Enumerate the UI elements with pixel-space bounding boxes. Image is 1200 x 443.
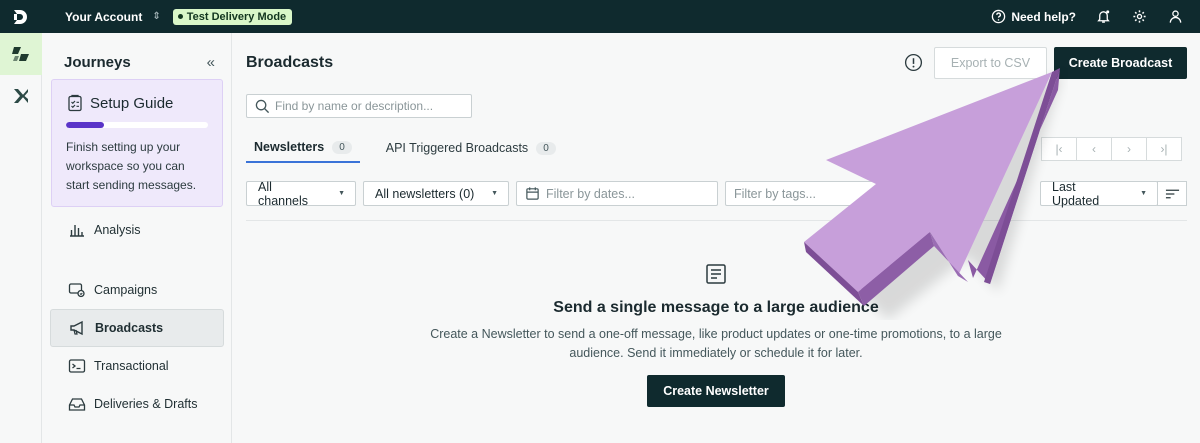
last-page-button[interactable]: ›| [1146, 137, 1182, 161]
filter-bar: All channels ▼ All newsletters (0) ▼ Filte… [246, 179, 885, 208]
page-title: Broadcasts [246, 54, 334, 71]
sidebar-item-deliveries[interactable]: Deliveries & Drafts [50, 385, 224, 423]
sidebar-item-transactional[interactable]: Transactional [50, 347, 224, 385]
sort-controls: Last Updated ▼ [1040, 179, 1187, 208]
dot-icon [177, 14, 183, 19]
channels-value: All channels [258, 179, 309, 208]
journeys-icon [12, 47, 29, 61]
tags-filter-input[interactable]: Filter by tags... [725, 181, 885, 206]
help-label: Need help? [1011, 9, 1076, 24]
caret-down-icon: ▼ [491, 190, 498, 197]
newsletters-select[interactable]: All newsletters (0) ▼ [363, 181, 509, 206]
search-input[interactable] [275, 99, 465, 113]
export-csv-button[interactable]: Export to CSV [934, 47, 1047, 79]
sidebar-item-label: Deliveries & Drafts [94, 397, 198, 411]
empty-state-text: Create a Newsletter to send a one-off me… [430, 327, 1002, 360]
next-page-button[interactable]: › [1111, 137, 1147, 161]
megaphone-icon [70, 320, 83, 336]
sidebar-item-analysis[interactable]: Analysis [50, 211, 224, 249]
help-icon [992, 9, 1006, 24]
chevron-updown-icon: ⇕ [152, 11, 161, 22]
collapse-sidebar-icon[interactable]: « [207, 54, 215, 71]
rail-item-journeys[interactable] [0, 33, 42, 75]
first-page-button[interactable]: |‹ [1041, 137, 1077, 161]
checklist-icon [68, 94, 82, 112]
sort-direction-button[interactable] [1157, 181, 1187, 206]
search-box[interactable] [246, 94, 472, 118]
sort-value: Last Updated [1052, 179, 1100, 208]
user-icon [1169, 10, 1181, 23]
bell-icon [1096, 10, 1110, 23]
account-label: Your Account [65, 9, 143, 24]
logo-icon [14, 9, 27, 24]
settings-button[interactable] [1130, 8, 1148, 26]
help-button[interactable]: Need help? [991, 9, 1076, 24]
tab-count: 0 [536, 141, 556, 155]
inbox-icon [68, 398, 86, 411]
terminal-icon [68, 359, 86, 373]
date-filter-input[interactable]: Filter by dates... [516, 181, 718, 206]
sidebar-item-label: Transactional [94, 359, 169, 373]
tab-api-triggered[interactable]: API Triggered Broadcasts 0 [378, 133, 564, 163]
campaign-icon [68, 283, 85, 298]
caret-down-icon: ▼ [338, 190, 345, 197]
tab-count: 0 [332, 140, 352, 154]
tab-label: API Triggered Broadcasts [385, 141, 529, 155]
notifications-button[interactable] [1094, 8, 1112, 26]
chevron-right-icon: › [1127, 142, 1131, 156]
app-rail [0, 33, 42, 443]
empty-state-heading: Send a single message to a large audienc… [553, 299, 879, 316]
info-icon[interactable] [904, 53, 923, 72]
rail-item-integrations[interactable] [0, 75, 42, 117]
setup-progress-bar [66, 122, 208, 128]
main-content: Broadcasts Export to CSV Create Broadcas… [232, 33, 1200, 443]
empty-state: Send a single message to a large audienc… [232, 263, 1200, 407]
sort-select[interactable]: Last Updated ▼ [1040, 179, 1158, 208]
account-switcher[interactable]: Your Account ⇕ Test Delivery Mode [65, 8, 293, 25]
setup-progress-fill [66, 122, 105, 128]
test-mode-badge[interactable]: Test Delivery Mode [172, 8, 293, 25]
gear-icon [1132, 10, 1146, 23]
bar-chart-icon [70, 225, 84, 237]
prev-page-button[interactable]: ‹ [1076, 137, 1112, 161]
cross-puzzle-icon [14, 89, 28, 103]
date-filter-placeholder: Filter by dates... [546, 186, 635, 201]
sidebar-item-label: Broadcasts [95, 321, 164, 335]
tab-label: Newsletters [254, 140, 325, 154]
top-bar: Your Account ⇕ Test Delivery Mode Need h… [0, 0, 1200, 33]
create-newsletter-button[interactable]: Create Newsletter [647, 375, 785, 407]
calendar-icon [526, 187, 539, 200]
chevron-left-icon: ‹ [1092, 142, 1096, 156]
pagination: |‹ ‹ › ›| [1041, 137, 1182, 161]
sidebar-title: Journeys [64, 53, 131, 71]
create-broadcast-button[interactable]: Create Broadcast [1054, 47, 1187, 79]
sidebar-item-campaigns[interactable]: Campaigns [50, 271, 224, 309]
sidebar: Journeys « Setup Guide Finish setting up… [43, 33, 232, 443]
tab-newsletters[interactable]: Newsletters 0 [246, 133, 360, 163]
broadcast-tabs: Newsletters 0 API Triggered Broadcasts 0 [246, 133, 564, 163]
app-logo[interactable] [0, 0, 42, 33]
divider [246, 220, 1187, 221]
sidebar-item-label: Campaigns [94, 283, 158, 297]
tags-filter-placeholder: Filter by tags... [734, 186, 816, 201]
setup-guide-text: Finish setting up your workspace so you … [66, 140, 197, 192]
test-mode-label: Test Delivery Mode [186, 10, 287, 23]
sidebar-item-label: Analysis [94, 223, 141, 237]
newsletters-value: All newsletters (0) [375, 186, 475, 201]
sort-lines-icon [1165, 189, 1179, 198]
channels-select[interactable]: All channels ▼ [246, 179, 356, 208]
setup-guide-title: Setup Guide [90, 94, 174, 112]
document-icon [706, 264, 726, 284]
search-icon [255, 99, 270, 113]
sidebar-item-broadcasts[interactable]: Broadcasts [50, 309, 224, 347]
setup-guide-card[interactable]: Setup Guide Finish setting up your works… [51, 79, 223, 207]
last-page-icon: ›| [1160, 142, 1168, 156]
first-page-icon: |‹ [1055, 142, 1063, 156]
caret-down-icon: ▼ [1140, 190, 1147, 197]
profile-button[interactable] [1166, 8, 1184, 26]
